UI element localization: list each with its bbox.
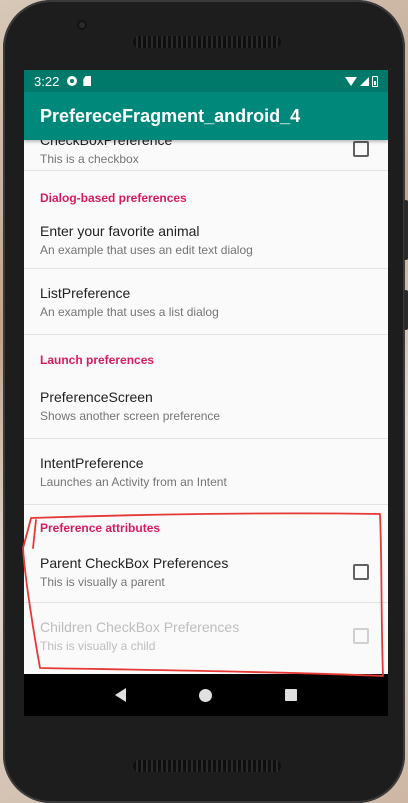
screen: 3:22 PrefereceFragment_android_4 CheckBo… <box>24 70 388 716</box>
preference-title: Enter your favorite animal <box>40 222 200 239</box>
checkbox-preference[interactable]: CheckBoxPreference This is a checkbox <box>24 140 388 171</box>
navigation-bar <box>24 674 388 716</box>
list-preference[interactable]: ListPreference An example that uses a li… <box>24 269 388 335</box>
front-camera <box>77 20 87 30</box>
home-icon[interactable] <box>198 688 212 702</box>
preference-list[interactable]: CheckBoxPreference This is a checkbox Di… <box>24 140 388 674</box>
top-speaker <box>133 36 281 48</box>
preference-summary: An example that uses an edit text dialog <box>40 242 253 257</box>
status-time: 3:22 <box>34 73 60 89</box>
preference-title: Parent CheckBox Preferences <box>40 554 229 571</box>
preference-screen[interactable]: PreferenceScreen Shows another screen pr… <box>24 373 388 439</box>
preference-summary: This is visually a child <box>40 639 156 653</box>
preference-title: CheckBoxPreference <box>40 140 328 149</box>
preference-summary: An example that uses a list dialog <box>40 304 219 319</box>
parent-checkbox[interactable] <box>353 563 369 580</box>
intent-preference[interactable]: IntentPreference Launches an Activity fr… <box>24 439 388 505</box>
volume-button[interactable] <box>404 200 408 260</box>
preference-title: PreferenceScreen <box>40 388 153 405</box>
preference-summary: This is a checkbox <box>40 151 139 166</box>
recents-icon[interactable] <box>284 689 297 701</box>
checkbox[interactable] <box>353 140 369 157</box>
app-bar: PrefereceFragment_android_4 <box>24 92 388 140</box>
power-button[interactable] <box>404 290 408 330</box>
cell-signal-icon <box>360 76 369 86</box>
preference-summary: Shows another screen preference <box>40 408 221 423</box>
status-bar: 3:22 <box>24 70 388 92</box>
back-icon[interactable] <box>115 688 127 702</box>
category-dialog-based: Dialog-based preferences <box>40 191 187 205</box>
preference-title: ListPreference <box>40 284 131 301</box>
child-checkbox <box>353 628 369 644</box>
phone-frame: 3:22 PrefereceFragment_android_4 CheckBo… <box>3 0 408 803</box>
preference-title: IntentPreference <box>40 454 144 471</box>
preference-summary: This is visually a parent <box>40 574 165 589</box>
edit-text-preference[interactable]: Enter your favorite animal An example th… <box>24 211 388 269</box>
category-launch: Launch preferences <box>40 353 155 367</box>
battery-icon <box>372 75 378 87</box>
bottom-speaker <box>133 760 281 772</box>
parent-checkbox-preference[interactable]: Parent CheckBox Preferences This is visu… <box>24 541 388 603</box>
app-title: PrefereceFragment_android_4 <box>40 105 301 126</box>
preference-summary: Launches an Activity from an Intent <box>40 474 227 489</box>
gear-icon <box>67 76 78 86</box>
child-checkbox-preference: Children CheckBox Preferences This is vi… <box>24 603 388 669</box>
preference-title: Children CheckBox Preferences <box>40 619 240 635</box>
category-preference-attributes: Preference attributes <box>40 521 161 535</box>
wifi-icon <box>345 76 357 86</box>
sd-card-icon <box>83 76 92 86</box>
